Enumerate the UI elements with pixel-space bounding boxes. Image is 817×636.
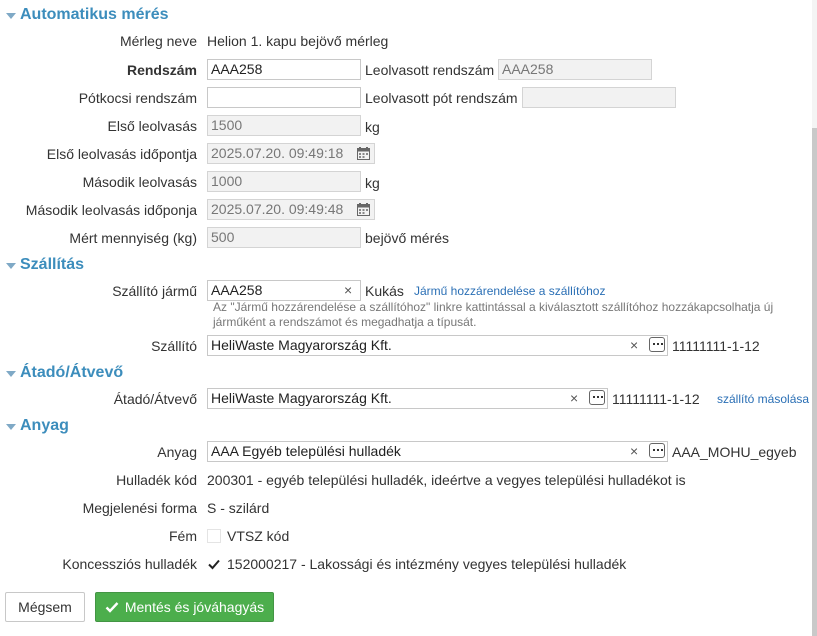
read-trailer-field [522,87,676,108]
form-value: S - szilárd [207,500,270,516]
handover-label: Átadó/Átvevő [113,391,197,407]
scale-name-value: Helion 1. kapu bejövő mérleg [207,33,389,49]
save-approve-label: Mentés és jóváhagyás [124,599,265,615]
section-automatic-label: Automatikus mérés [20,6,169,23]
trailer-input[interactable] [207,87,361,108]
second-time-label: Második leolvasás időponja [25,202,197,218]
plate-input[interactable]: AAA258 [207,59,361,80]
check-icon[interactable] [207,557,221,571]
carrier-label: Szállító [151,338,197,354]
concession-value: 152000217 - Lakossági és intézmény vegye… [227,556,627,572]
clear-x-icon[interactable]: × [570,390,578,406]
caret-down-icon [6,12,16,19]
form-label: Megjelenési forma [82,500,197,516]
copy-carrier-link[interactable]: szállító másolása [717,392,809,406]
assign-vehicle-link[interactable]: Jármű hozzárendelése a szállítóhoz [414,284,605,298]
measured-field: 500 [207,227,361,248]
second-read-field: 1000 [207,171,361,192]
plate-label: Rendszám [126,62,197,78]
scrollbar[interactable] [812,0,817,636]
scrollbar-thumb[interactable] [812,128,817,636]
calendar-icon[interactable] [357,203,370,216]
metal-value: VTSZ kód [227,528,290,544]
measured-label: Mért mennyiség (kg) [69,230,197,246]
vehicle-input[interactable]: AAA258 [207,280,361,301]
section-handover-label: Átadó/Átvevő [20,364,124,381]
ellipsis-icon[interactable] [649,337,665,352]
material-select[interactable]: AAA Egyéb települési hulladék [207,441,668,462]
second-unit: kg [365,175,380,191]
scale-name-label: Mérleg neve [119,33,197,49]
second-read-label: Második leolvasás [82,174,197,190]
vehicle-type: Kukás [365,283,404,299]
second-time-field: 2025.07.20. 09:49:48 [207,199,375,220]
metal-checkbox[interactable] [207,529,221,543]
check-icon [105,602,119,613]
clear-x-icon[interactable]: × [630,443,638,459]
caret-down-icon [6,370,16,377]
material-code: AAA_MOHU_egyeb [672,444,797,460]
cancel-button[interactable]: Mégsem [5,592,85,622]
calendar-icon[interactable] [357,147,370,160]
first-unit: kg [365,119,380,135]
handover-tax: 11111111-1-12 [612,391,700,407]
first-time-label: Első leolvasás időpontja [46,146,197,162]
waste-code-value: 200301 - egyéb települési hulladék, ideé… [207,472,686,488]
measured-note: bejövő mérés [365,230,450,246]
section-handover-title[interactable]: Átadó/Átvevő [6,364,123,382]
section-transport-label: Szállítás [20,256,85,273]
read-trailer-label: Leolvasott pót rendszám [365,90,518,106]
caret-down-icon [6,423,16,430]
first-time-field: 2025.07.20. 09:49:18 [207,143,375,164]
handover-select[interactable]: HeliWaste Magyarország Kft. [207,388,608,409]
section-material-label: Anyag [20,417,69,434]
clear-x-icon[interactable]: × [344,282,352,298]
material-label: Anyag [157,444,197,460]
vehicle-hint: Az "Jármű hozzárendelése a szállítóhoz" … [213,300,774,329]
ellipsis-icon[interactable] [589,390,605,405]
section-automatic-title[interactable]: Automatikus mérés [6,6,169,24]
trailer-label: Pótkocsi rendszám [78,90,197,106]
first-read-label: Első leolvasás [107,118,198,134]
first-read-field: 1500 [207,115,361,136]
carrier-tax: 11111111-1-12 [672,338,760,354]
waste-code-label: Hulladék kód [116,472,197,488]
vehicle-label: Szállító jármű [112,283,197,299]
read-plate-label: Leolvasott rendszám [365,62,495,78]
metal-label: Fém [169,528,197,544]
caret-down-icon [6,262,16,269]
section-transport-title[interactable]: Szállítás [6,256,84,274]
read-plate-field: AAA258 [498,59,652,80]
clear-x-icon[interactable]: × [630,337,638,353]
concession-label: Koncessziós hulladék [62,556,197,572]
ellipsis-icon[interactable] [649,443,665,458]
carrier-select[interactable]: HeliWaste Magyarország Kft. [207,335,668,356]
save-approve-button[interactable]: Mentés és jóváhagyás [95,592,274,622]
section-material-title[interactable]: Anyag [6,417,69,435]
